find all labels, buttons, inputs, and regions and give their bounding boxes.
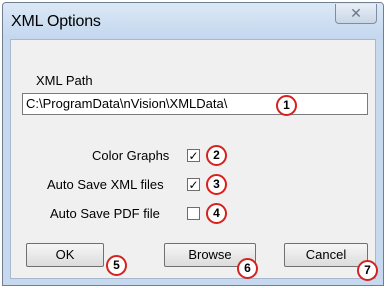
auto-save-pdf-label: Auto Save PDF file (50, 206, 160, 221)
callout-2: 2 (206, 145, 227, 166)
callout-3: 3 (206, 174, 227, 195)
auto-save-xml-label: Auto Save XML files (47, 177, 164, 192)
close-button[interactable]: ✕ (335, 4, 377, 24)
cancel-button[interactable]: Cancel (284, 243, 368, 267)
dialog-title: XML Options (11, 13, 101, 30)
title-bar[interactable]: XML Options ✕ (3, 3, 383, 39)
xml-path-input[interactable]: C:\ProgramData\nVision\XMLData\ (22, 93, 368, 115)
ok-button[interactable]: OK (26, 243, 104, 267)
xml-path-label: XML Path (36, 73, 93, 88)
callout-1: 1 (276, 95, 297, 116)
auto-save-xml-checkbox[interactable]: ✓ (187, 178, 200, 191)
color-graphs-checkbox[interactable]: ✓ (187, 149, 200, 162)
callout-6: 6 (237, 258, 258, 279)
callout-5: 5 (106, 255, 127, 276)
checkmark-icon: ✓ (188, 178, 199, 192)
checkmark-icon: ✓ (188, 149, 199, 163)
callout-4: 4 (206, 203, 227, 224)
color-graphs-label: Color Graphs (92, 148, 170, 163)
auto-save-pdf-checkbox[interactable] (187, 207, 200, 220)
close-icon: ✕ (350, 5, 362, 21)
callout-7: 7 (357, 260, 378, 281)
